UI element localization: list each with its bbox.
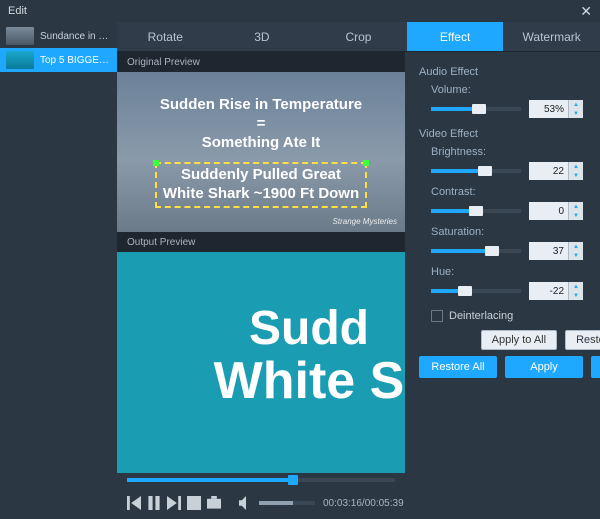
restore-defaults-button[interactable]: Restore Defaults — [565, 330, 600, 350]
sidebar-item-0[interactable]: Sundance in 4... — [0, 24, 117, 48]
next-icon[interactable] — [167, 496, 181, 510]
contrast-spinner[interactable]: 0▲▼ — [529, 202, 583, 220]
spin-down-icon[interactable]: ▼ — [569, 291, 583, 300]
sidebar: Sundance in 4... Top 5 BIGGES... — [0, 22, 117, 519]
saturation-spinner[interactable]: 37▲▼ — [529, 242, 583, 260]
tab-rotate[interactable]: Rotate — [117, 22, 214, 51]
thumbnail-icon — [6, 51, 34, 69]
sidebar-item-1[interactable]: Top 5 BIGGES... — [0, 48, 117, 72]
apply-to-all-button[interactable]: Apply to All — [481, 330, 557, 350]
close-icon[interactable]: ✕ — [580, 3, 592, 20]
hue-slider[interactable] — [431, 289, 521, 293]
brightness-spinner[interactable]: 22▲▼ — [529, 162, 583, 180]
saturation-slider[interactable] — [431, 249, 521, 253]
deinterlacing-label: Deinterlacing — [449, 310, 513, 322]
preview-text: White Shark ~1900 Ft Down — [163, 185, 359, 204]
watermark-text: Strange Mysteries — [333, 217, 397, 226]
volume-fill — [259, 501, 293, 505]
spin-up-icon[interactable]: ▲ — [569, 282, 583, 291]
preview-text: Suddenly Pulled Great — [163, 166, 359, 185]
tab-watermark[interactable]: Watermark — [503, 22, 600, 51]
text-selection-box[interactable]: Suddenly Pulled Great White Shark ~1900 … — [155, 162, 367, 208]
preview-text: Sudd — [214, 304, 405, 354]
original-preview-header: Original Preview — [117, 52, 405, 72]
stop-icon[interactable] — [187, 496, 201, 510]
seek-slider[interactable] — [127, 478, 395, 482]
volume-slider[interactable] — [431, 107, 521, 111]
time-display: 00:03:16/00:05:39 — [323, 498, 404, 509]
seek-thumb[interactable] — [288, 475, 298, 485]
spin-down-icon[interactable]: ▼ — [569, 109, 583, 118]
hue-spinner[interactable]: -22▲▼ — [529, 282, 583, 300]
tab-effect[interactable]: Effect — [407, 22, 504, 51]
spin-down-icon[interactable]: ▼ — [569, 211, 583, 220]
spin-down-icon[interactable]: ▼ — [569, 171, 583, 180]
snapshot-icon[interactable] — [207, 496, 221, 510]
hue-label: Hue: — [431, 266, 600, 278]
volume-label: Volume: — [431, 84, 600, 96]
spin-down-icon[interactable]: ▼ — [569, 251, 583, 260]
audio-effect-section: Audio Effect — [419, 66, 600, 78]
preview-text: Sudden Rise in Temperature — [160, 96, 362, 115]
contrast-label: Contrast: — [431, 186, 600, 198]
volume-slider[interactable] — [259, 501, 315, 505]
tabs: Rotate 3D Crop Effect Watermark — [117, 22, 600, 52]
brightness-label: Brightness: — [431, 146, 600, 158]
tab-crop[interactable]: Crop — [310, 22, 407, 51]
seek-fill — [127, 478, 293, 482]
deinterlacing-checkbox[interactable] — [431, 310, 443, 322]
sidebar-item-label: Sundance in 4... — [40, 31, 111, 42]
output-preview-header: Output Preview — [117, 232, 405, 252]
spin-up-icon[interactable]: ▲ — [569, 242, 583, 251]
pause-icon[interactable] — [147, 496, 161, 510]
window-title: Edit — [8, 5, 27, 17]
preview-text: = — [160, 115, 362, 134]
restore-all-button[interactable]: Restore All — [419, 356, 497, 378]
brightness-slider[interactable] — [431, 169, 521, 173]
spin-up-icon[interactable]: ▲ — [569, 162, 583, 171]
tab-3d[interactable]: 3D — [214, 22, 311, 51]
preview-text: White S — [214, 354, 405, 409]
prev-icon[interactable] — [127, 496, 141, 510]
volume-spinner[interactable]: 53%▲▼ — [529, 100, 583, 118]
contrast-slider[interactable] — [431, 209, 521, 213]
thumbnail-icon — [6, 27, 34, 45]
video-effect-section: Video Effect — [419, 128, 600, 140]
saturation-label: Saturation: — [431, 226, 600, 238]
volume-icon[interactable] — [239, 496, 253, 510]
spin-up-icon[interactable]: ▲ — [569, 202, 583, 211]
apply-button[interactable]: Apply — [505, 356, 583, 378]
output-preview: Sudd White S — [117, 252, 405, 473]
sidebar-item-label: Top 5 BIGGES... — [40, 55, 111, 66]
spin-up-icon[interactable]: ▲ — [569, 100, 583, 109]
preview-text: Something Ate It — [160, 134, 362, 153]
close-button[interactable]: Close — [591, 356, 600, 378]
original-preview[interactable]: Sudden Rise in Temperature = Something A… — [117, 72, 405, 232]
